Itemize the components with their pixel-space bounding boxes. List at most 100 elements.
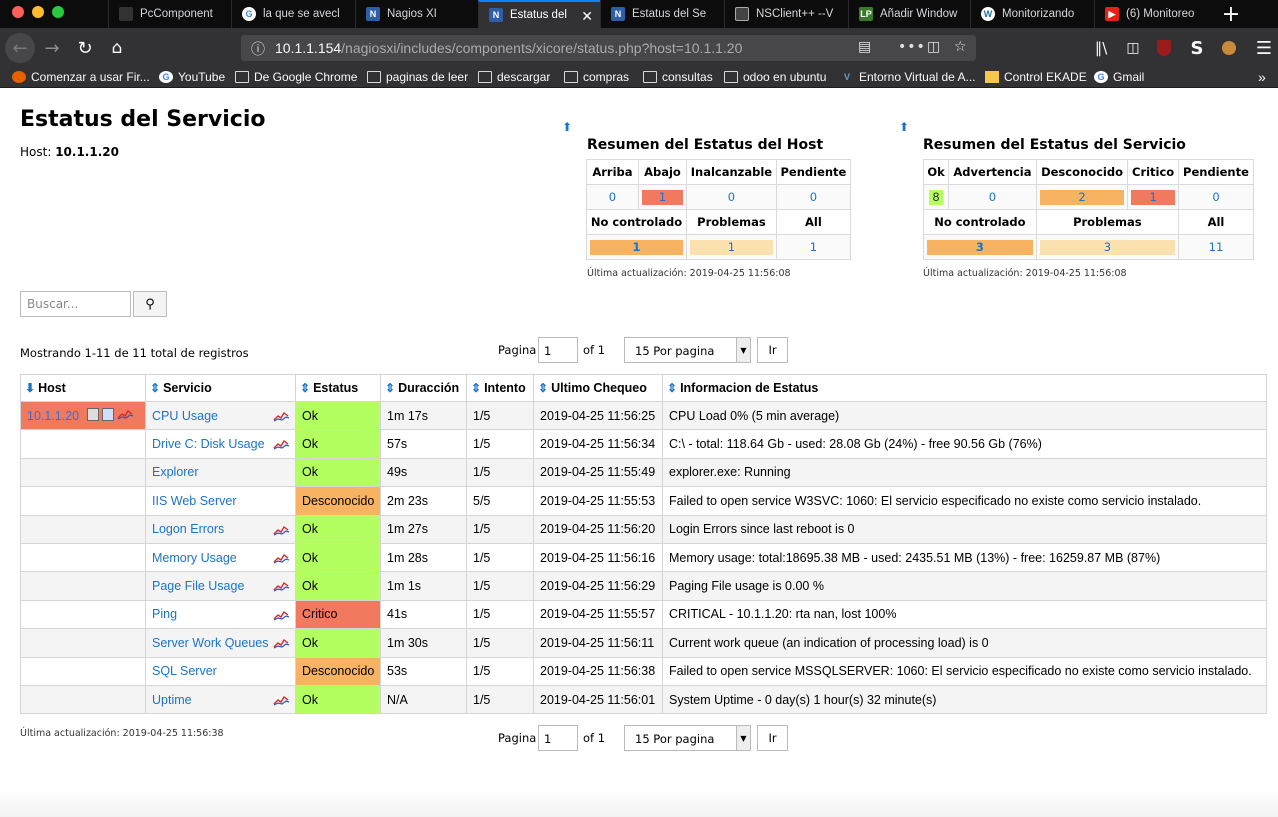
service-link[interactable]: Ping — [152, 607, 177, 621]
back-button[interactable]: ← — [5, 33, 35, 63]
performance-graph-icon[interactable] — [273, 524, 290, 536]
maximize-window-button[interactable] — [52, 6, 64, 18]
new-tab-button[interactable]: + — [1218, 0, 1244, 28]
host-link[interactable]: 10.1.1.20 — [27, 409, 79, 423]
per-page-select[interactable]: 15 Por pagina ▼ — [624, 725, 751, 751]
sort-icon[interactable]: ⇕ — [385, 381, 395, 395]
forward-button[interactable]: → — [38, 34, 66, 62]
service-link[interactable]: Uptime — [152, 693, 192, 707]
column-header[interactable]: ⬇ Host — [20, 374, 146, 402]
column-header[interactable]: ⇕ Ultimo Chequeo — [533, 374, 663, 402]
info-icon[interactable]: ⓘ — [251, 39, 265, 59]
go-button[interactable]: Ir — [757, 337, 788, 363]
home-icon[interactable]: ⌂ — [103, 34, 131, 62]
performance-graph-icon[interactable] — [273, 410, 290, 422]
service-problems-count[interactable]: 3 — [1039, 239, 1175, 255]
more-bookmarks-icon[interactable]: » — [1258, 69, 1266, 85]
pocket-icon[interactable]: ◫ — [927, 39, 940, 55]
bookmark-item[interactable]: Comenzar a usar Fir... — [12, 69, 150, 85]
browser-tab[interactable]: NSClient++ --V — [724, 0, 847, 28]
performance-graph-icon[interactable] — [273, 438, 290, 450]
bookmark-item[interactable]: odoo en ubuntu — [724, 69, 826, 85]
service-unhandled-count[interactable]: 3 — [927, 239, 1033, 255]
bookmark-item[interactable]: De Google Chrome — [235, 69, 357, 85]
sort-desc-icon[interactable]: ⬇ — [25, 381, 35, 395]
service-link[interactable]: Memory Usage — [152, 551, 237, 565]
menu-icon[interactable]: ☰ — [1250, 34, 1278, 62]
host-up-count[interactable]: 0 — [586, 184, 639, 210]
pin-icon[interactable]: ⬆ — [562, 120, 572, 134]
service-link[interactable]: Page File Usage — [152, 579, 244, 593]
service-link[interactable]: Drive C: Disk Usage — [152, 437, 265, 451]
host-cell[interactable]: 10.1.1.20 — [20, 400, 146, 431]
host-graph-icon[interactable] — [117, 408, 134, 421]
extension-s-icon[interactable]: S — [1183, 34, 1211, 62]
url-bar[interactable]: ⓘ 10.1.1.154/nagiosxi/includes/component… — [241, 35, 976, 61]
service-unknown-count[interactable]: 2 — [1039, 189, 1125, 205]
service-pending-count[interactable]: 0 — [1177, 184, 1255, 210]
column-header[interactable]: ⇕ Duracción — [380, 374, 467, 402]
bookmark-item[interactable]: paginas de leer — [367, 69, 468, 85]
host-detail-icon[interactable] — [87, 408, 99, 421]
library-icon[interactable]: ∥\ — [1087, 34, 1115, 62]
host-notes-icon[interactable] — [102, 408, 114, 421]
ublock-icon[interactable] — [1150, 34, 1178, 62]
host-down-count[interactable]: 1 — [641, 189, 683, 205]
sort-icon[interactable]: ⇕ — [667, 381, 677, 395]
browser-tab[interactable]: Gla que se avecl — [231, 0, 354, 28]
bookmark-item[interactable]: G YouTube — [159, 69, 225, 85]
service-link[interactable]: SQL Server — [152, 664, 217, 678]
browser-tab[interactable]: N Estatus del Se — [600, 0, 723, 28]
search-button[interactable]: ⚲ — [133, 291, 167, 317]
page-number-input[interactable]: 1 — [538, 725, 578, 751]
host-problems-count[interactable]: 1 — [690, 239, 773, 255]
browser-tab[interactable]: PcComponent — [108, 0, 231, 28]
search-input[interactable]: Buscar... — [20, 291, 131, 317]
service-link[interactable]: IIS Web Server — [152, 494, 237, 508]
host-pending-count[interactable]: 0 — [775, 184, 852, 210]
service-link[interactable]: CPU Usage — [152, 409, 218, 423]
bookmark-item[interactable]: V Entorno Virtual de A... — [840, 69, 976, 85]
performance-graph-icon[interactable] — [273, 694, 290, 706]
browser-tab[interactable]: N Estatus del ✕ — [478, 0, 601, 28]
bookmark-item[interactable]: Control EKADE — [985, 69, 1087, 85]
service-link[interactable]: Logon Errors — [152, 522, 224, 536]
browser-tab[interactable]: ▶ (6) Monitoreo — [1094, 0, 1217, 28]
service-link[interactable]: Server Work Queues — [152, 636, 268, 650]
bookmark-star-icon[interactable]: ☆ — [954, 39, 967, 55]
performance-graph-icon[interactable] — [273, 552, 290, 564]
host-unhandled-count[interactable]: 1 — [590, 239, 683, 255]
browser-tab[interactable]: LP Añadir Window — [848, 0, 971, 28]
reader-view-icon[interactable]: ▤ — [858, 39, 871, 55]
url-text[interactable]: 10.1.1.154/nagiosxi/includes/components/… — [275, 40, 742, 56]
service-link[interactable]: Explorer — [152, 465, 199, 479]
per-page-select[interactable]: 15 Por pagina ▼ — [624, 337, 751, 363]
minimize-window-button[interactable] — [32, 6, 44, 18]
bookmark-item[interactable]: compras — [564, 69, 629, 85]
bookmark-item[interactable]: descargar — [478, 69, 550, 85]
page-number-input[interactable]: 1 — [538, 337, 578, 363]
host-all-count[interactable]: 1 — [775, 234, 852, 260]
sort-icon[interactable]: ⇕ — [300, 381, 310, 395]
reload-button[interactable]: ↻ — [71, 34, 99, 62]
column-header[interactable]: ⇕ Informacion de Estatus — [662, 374, 1267, 402]
close-window-button[interactable] — [12, 6, 24, 18]
column-header[interactable]: ⇕ Servicio — [145, 374, 296, 402]
browser-tab[interactable]: W Monitorizando — [970, 0, 1093, 28]
go-button[interactable]: Ir — [757, 725, 788, 751]
browser-tab[interactable]: N Nagios XI — [355, 0, 478, 28]
pin-icon[interactable]: ⬆ — [899, 120, 909, 134]
sort-icon[interactable]: ⇕ — [471, 381, 481, 395]
bookmark-item[interactable]: G Gmail — [1094, 69, 1144, 85]
column-header[interactable]: ⇕ Intento — [466, 374, 534, 402]
sort-icon[interactable]: ⇕ — [150, 381, 160, 395]
service-ok-count[interactable]: 8 — [929, 189, 944, 205]
service-critical-count[interactable]: 1 — [1131, 189, 1175, 205]
service-all-count[interactable]: 11 — [1177, 234, 1255, 260]
performance-graph-icon[interactable] — [273, 580, 290, 592]
performance-graph-icon[interactable] — [273, 609, 290, 621]
performance-graph-icon[interactable] — [273, 637, 290, 649]
sort-icon[interactable]: ⇕ — [538, 381, 548, 395]
sidebar-icon[interactable]: ◫ — [1119, 34, 1147, 62]
page-actions-icon[interactable]: ••• — [898, 39, 926, 55]
